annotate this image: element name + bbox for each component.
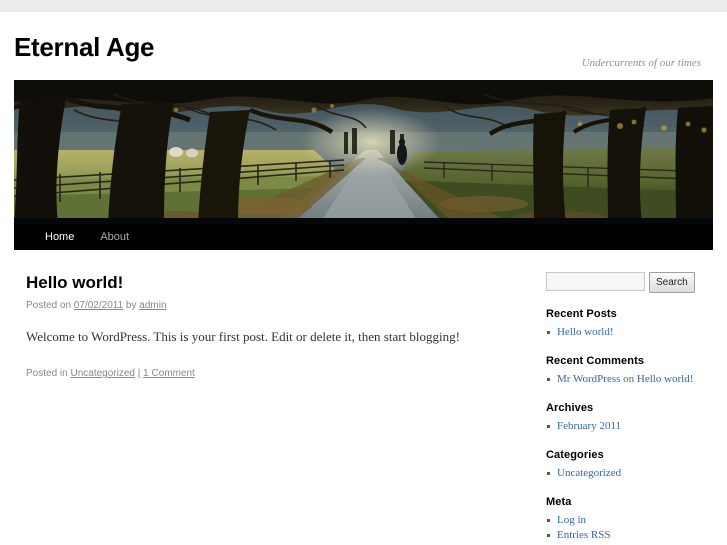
list-item[interactable]: Uncategorized	[546, 466, 706, 481]
nav-item-home[interactable]: Home	[32, 224, 87, 250]
widget-categories: Categories Uncategorized	[546, 448, 706, 481]
widget-title-archives: Archives	[546, 402, 594, 414]
site-branding: Eternal Age Undercurrents of our times	[14, 12, 714, 80]
list-item[interactable]: Log in	[546, 513, 706, 528]
header-image	[14, 80, 713, 224]
search-input[interactable]	[546, 272, 645, 291]
post-title-text: Hello world!	[26, 273, 124, 292]
post-article: Hello world! Posted on 07/02/2011 by adm…	[26, 272, 526, 381]
page-background: Eternal Age Undercurrents of our times H…	[0, 0, 727, 545]
post-content: Welcome to WordPress. This is your first…	[26, 327, 526, 347]
site-title-link[interactable]: Eternal Age	[14, 32, 155, 62]
post-body-paragraph: Welcome to WordPress. This is your first…	[26, 329, 460, 344]
search-button[interactable]: Search	[649, 272, 695, 293]
recent-posts-list: Hello world!	[546, 325, 706, 340]
categories-list: Uncategorized	[546, 466, 706, 481]
list-item[interactable]: Entries RSS	[546, 528, 706, 543]
post-title[interactable]: Hello world!	[26, 272, 526, 294]
posted-in-label: Posted in	[26, 368, 68, 379]
comment-author-link[interactable]: Mr WordPress	[557, 373, 620, 385]
recent-post-link[interactable]: Hello world!	[557, 326, 614, 338]
widget-meta: Meta Log in Entries RSS Comments RSS	[546, 495, 706, 545]
nav-list: Home About	[14, 224, 713, 250]
widget-title-recent-comments: Recent Comments	[546, 355, 645, 367]
posted-on-label: Posted on	[26, 300, 72, 311]
post-category-link[interactable]: Uncategorized	[70, 368, 134, 379]
widget-title-recent-posts: Recent Posts	[546, 308, 617, 320]
primary-sidebar: Search Recent Posts Hello world! Recent …	[546, 272, 706, 545]
site-description: Undercurrents of our times	[581, 57, 701, 69]
list-item[interactable]: February 2011	[546, 419, 706, 434]
utility-separator: |	[137, 368, 141, 379]
widget-recent-comments: Recent Comments Mr WordPress on Hello wo…	[546, 354, 706, 387]
comment-post-link[interactable]: Hello world!	[637, 373, 694, 385]
widget-title-meta: Meta	[546, 496, 572, 508]
post-meta: Posted on 07/02/2011 by admin	[26, 299, 526, 313]
widget-recent-posts: Recent Posts Hello world!	[546, 307, 706, 340]
meta-link-entries-rss[interactable]: Entries RSS	[557, 529, 610, 541]
main-content-area: Hello world! Posted on 07/02/2011 by adm…	[14, 250, 713, 545]
nav-link-about[interactable]: About	[87, 224, 142, 250]
recent-comments-list: Mr WordPress on Hello world!	[546, 372, 706, 387]
site-wrapper: Eternal Age Undercurrents of our times H…	[0, 12, 727, 545]
archives-list: February 2011	[546, 419, 706, 434]
widget-archives: Archives February 2011	[546, 401, 706, 434]
post-comments-link[interactable]: 1 Comment	[143, 368, 195, 379]
post-date-link[interactable]: 07/02/2011	[74, 300, 123, 311]
header-image-artwork	[14, 80, 713, 224]
meta-list: Log in Entries RSS Comments RSS WordPres…	[546, 513, 706, 545]
nav-link-home[interactable]: Home	[32, 224, 87, 250]
meta-link-login[interactable]: Log in	[557, 514, 586, 526]
list-item[interactable]: Hello world!	[546, 325, 706, 340]
post-utility: Posted in Uncategorized | 1 Comment	[26, 367, 526, 381]
site-inner: Eternal Age Undercurrents of our times H…	[14, 12, 714, 545]
widget-title-categories: Categories	[546, 449, 604, 461]
list-item[interactable]: Mr WordPress on Hello world!	[546, 372, 706, 387]
comment-on-label: on	[623, 373, 635, 385]
archive-link[interactable]: February 2011	[557, 420, 621, 432]
search-widget: Search	[546, 272, 706, 293]
nav-item-about[interactable]: About	[87, 224, 142, 250]
primary-navigation: Home About	[14, 224, 713, 250]
post-container: Hello world! Posted on 07/02/2011 by adm…	[26, 272, 526, 381]
by-label: by	[125, 300, 137, 311]
category-link[interactable]: Uncategorized	[557, 467, 621, 479]
post-author-link[interactable]: admin	[139, 300, 166, 311]
